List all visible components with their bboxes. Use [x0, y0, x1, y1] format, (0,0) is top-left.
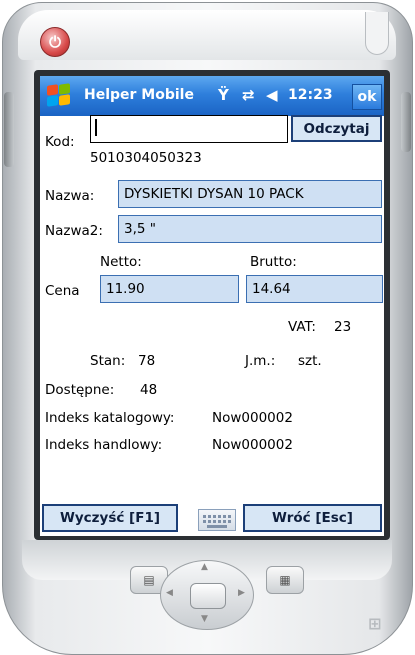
dostepne-value: 48 — [140, 382, 158, 398]
dostepne-label: Dostępne: — [45, 382, 115, 398]
vat-label: VAT: — [288, 319, 316, 335]
kod-label: Kod: — [45, 134, 75, 150]
stylus-slot — [365, 12, 389, 55]
brutto-label: Brutto: — [250, 254, 297, 270]
keyboard-icon[interactable] — [198, 509, 236, 531]
left-side-button[interactable] — [4, 92, 14, 167]
indeks-handlowy-label: Indeks handlowy: — [45, 437, 163, 453]
nazwa2-label: Nazwa2: — [45, 223, 103, 239]
dpad-up-icon[interactable]: ▲ — [201, 562, 208, 572]
barcode-text: 5010304050323 — [90, 150, 202, 166]
jm-label: J.m.: — [245, 353, 276, 369]
contacts-icon: ▤ — [143, 573, 155, 587]
app-title: Helper Mobile — [84, 87, 194, 103]
clock[interactable]: 12:23 — [288, 87, 333, 103]
text-caret — [95, 119, 97, 136]
netto-label: Netto: — [100, 254, 142, 270]
antenna-icon[interactable]: Ÿ — [218, 86, 229, 104]
title-bar: Helper Mobile Ÿ ⇄ ◀ 12:23 ok — [40, 76, 384, 116]
vat-value: 23 — [334, 319, 352, 335]
nazwa2-field[interactable]: 3,5 " — [118, 215, 382, 243]
calendar-hardware-button[interactable]: ▦ — [266, 566, 304, 594]
jm-value: szt. — [298, 353, 322, 369]
power-icon: ⏻ — [49, 32, 61, 51]
windows-start-icon[interactable] — [46, 83, 72, 108]
dpad-left-icon[interactable]: ◀ — [166, 588, 173, 598]
dpad-down-icon[interactable]: ▼ — [201, 614, 208, 624]
netto-field[interactable]: 11.90 — [100, 275, 239, 303]
ok-button[interactable]: ok — [352, 84, 382, 110]
brutto-field[interactable]: 14.64 — [246, 275, 383, 303]
power-button[interactable]: ⏻ — [40, 27, 70, 57]
right-side-button[interactable] — [401, 92, 411, 152]
clear-button[interactable]: Wyczyść [F1] — [42, 504, 178, 532]
indeks-handlowy-value: Now000002 — [212, 437, 293, 453]
back-button[interactable]: Wróć [Esc] — [243, 504, 382, 532]
kod-input[interactable] — [90, 115, 288, 143]
sync-arrows-icon[interactable]: ⇄ — [242, 86, 255, 104]
nazwa-label: Nazwa: — [45, 188, 95, 204]
indeks-katalogowy-value: Now000002 — [212, 410, 293, 426]
read-button[interactable]: Odczytaj — [291, 115, 382, 142]
stan-value: 78 — [138, 353, 156, 369]
calendar-icon: ▦ — [279, 573, 291, 587]
stan-label: Stan: — [90, 353, 126, 369]
indeks-katalogowy-label: Indeks katalogowy: — [45, 410, 175, 426]
device-top-panel — [18, 10, 396, 60]
dpad-center-button[interactable] — [190, 583, 226, 609]
windows-logo-icon: ⊞ — [368, 614, 382, 633]
cena-label: Cena — [45, 283, 80, 299]
screen: Helper Mobile Ÿ ⇄ ◀ 12:23 ok Kod: Odczyt… — [40, 76, 384, 536]
dpad-right-icon[interactable]: ▶ — [238, 588, 245, 598]
speaker-icon[interactable]: ◀ — [266, 86, 278, 104]
nazwa-field[interactable]: DYSKIETKI DYSAN 10 PACK — [118, 180, 382, 208]
